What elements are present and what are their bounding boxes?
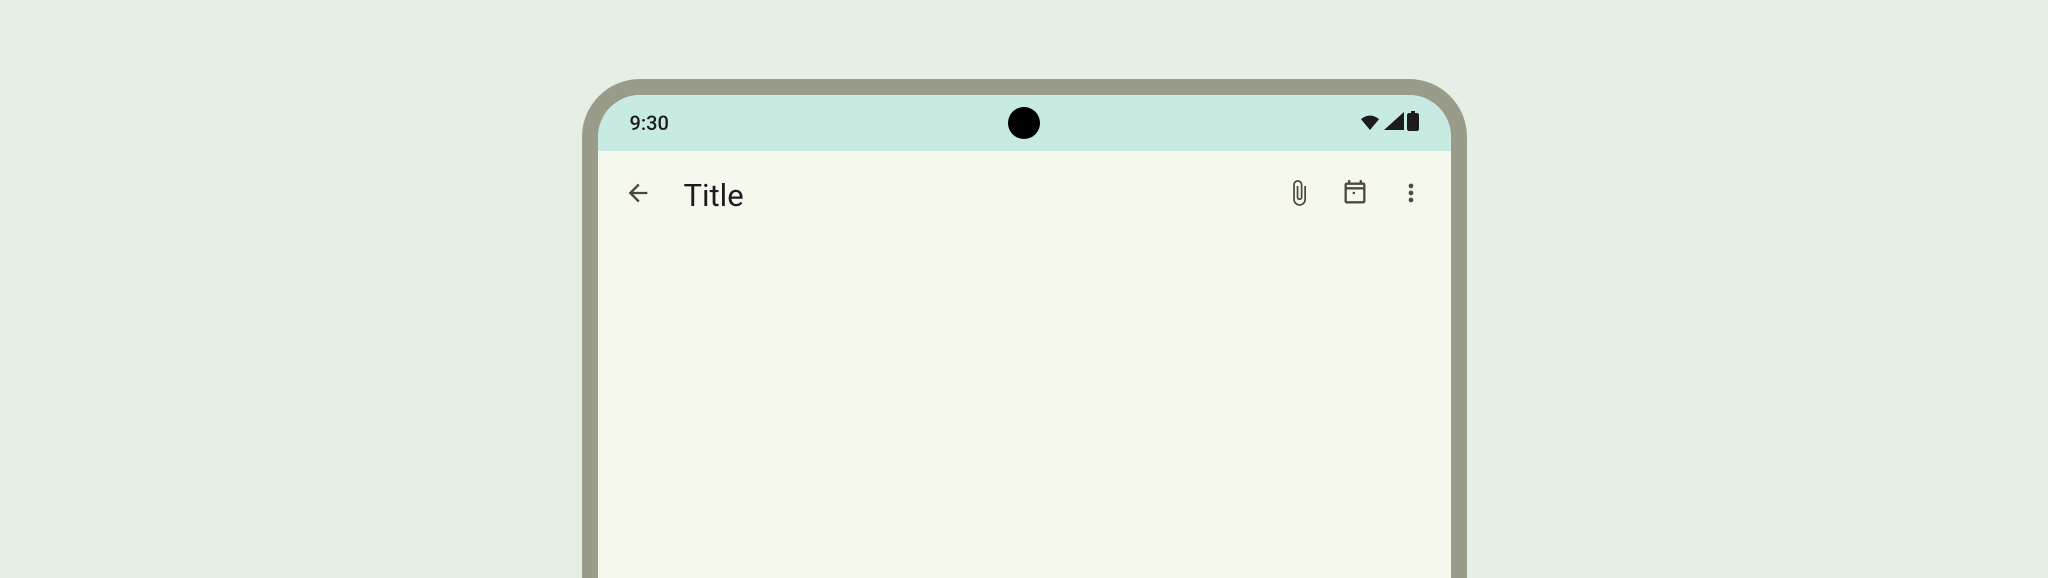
attachment-icon — [1285, 179, 1313, 211]
more-button[interactable] — [1387, 171, 1435, 219]
calendar-icon — [1341, 179, 1369, 211]
calendar-button[interactable] — [1331, 171, 1379, 219]
wifi-icon — [1359, 112, 1381, 134]
app-bar-actions — [1275, 171, 1435, 219]
top-app-bar: Title — [598, 151, 1451, 239]
arrow-back-icon — [624, 179, 652, 211]
back-button[interactable] — [614, 171, 662, 219]
device-screen: 9:30 Title — [598, 95, 1451, 578]
battery-icon — [1407, 111, 1419, 135]
camera-notch — [1008, 107, 1040, 139]
status-time: 9:30 — [630, 111, 669, 135]
attach-button[interactable] — [1275, 171, 1323, 219]
app-bar-title: Title — [684, 177, 1267, 214]
status-icons — [1359, 111, 1419, 135]
cellular-signal-icon — [1384, 112, 1404, 134]
more-vert-icon — [1397, 179, 1425, 211]
status-bar: 9:30 — [598, 95, 1451, 151]
device-frame: 9:30 Title — [582, 79, 1467, 578]
